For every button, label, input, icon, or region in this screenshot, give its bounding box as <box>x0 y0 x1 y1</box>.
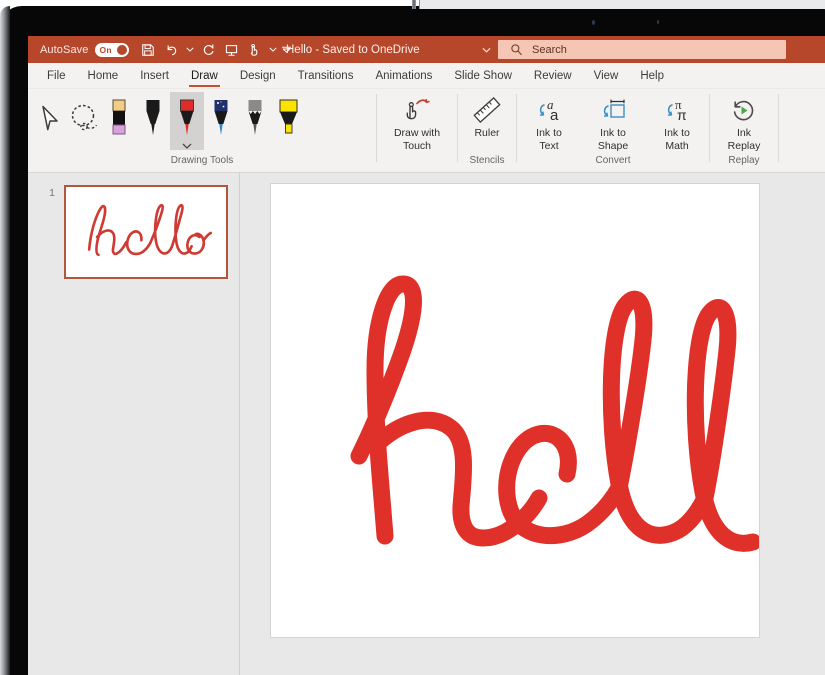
autosave-toggle[interactable]: On <box>95 43 129 57</box>
hand-draw-icon <box>402 95 432 125</box>
ruler-icon <box>472 95 502 125</box>
ribbon-separator-5 <box>778 94 779 162</box>
ribbon-group-drawing-tools: Drawing Tools <box>28 92 376 173</box>
screenshot-root: AutoSave On <box>0 0 825 675</box>
tab-file[interactable]: File <box>36 63 77 89</box>
ink-replay-label: Ink Replay <box>728 127 761 153</box>
document-title: Hello - Saved to OneDrive <box>286 44 420 56</box>
select-tool[interactable] <box>34 92 68 150</box>
slide-editing-pane[interactable] <box>240 173 825 675</box>
autosave-label: AutoSave <box>40 44 89 56</box>
pencil-gray-icon <box>244 96 266 142</box>
ribbon-group-convert: aa Ink to Text Ink to Shape <box>517 92 709 173</box>
pen-red-icon <box>176 96 198 141</box>
ink-to-text-label: Ink to Text <box>536 127 562 153</box>
tab-view[interactable]: View <box>583 63 630 89</box>
ink-to-shape-icon <box>596 95 630 125</box>
lasso-select-tool[interactable] <box>68 92 102 150</box>
ribbon-group-label-replay: Replay <box>710 154 778 168</box>
ribbon-draw: Drawing Tools Draw with Touch <box>28 89 825 173</box>
bezel-strip-center <box>419 0 825 9</box>
tab-slide-show[interactable]: Slide Show <box>443 63 523 89</box>
present-icon[interactable] <box>221 39 242 60</box>
svg-text:a: a <box>550 107 559 124</box>
bezel-strip-left <box>412 0 416 9</box>
bezel-sensor-dot-1 <box>592 20 595 25</box>
pen-galaxy-tool[interactable] <box>204 92 238 150</box>
slide-thumbnail-1[interactable] <box>64 185 228 279</box>
title-bar: AutoSave On <box>28 36 825 63</box>
work-area: 1 <box>28 173 825 675</box>
pen-red-tool[interactable] <box>170 92 204 150</box>
ink-to-math-icon: ππ <box>660 95 694 125</box>
undo-caret-icon[interactable] <box>184 47 196 52</box>
ribbon-tab-bar: File Home Insert Draw Design Transitions… <box>28 63 825 89</box>
autosave-toggle-knob <box>117 45 127 55</box>
slide-thumbnail-row[interactable]: 1 <box>28 173 239 279</box>
touch-caret-icon[interactable] <box>267 47 279 52</box>
draw-with-touch-label: Draw with Touch <box>394 127 440 153</box>
quick-access-toolbar <box>138 39 293 60</box>
autosave-state-label: On <box>100 45 112 55</box>
tab-transitions[interactable]: Transitions <box>287 63 365 89</box>
ink-to-text-icon: aa <box>532 95 566 125</box>
pen-black-icon <box>142 96 164 142</box>
ribbon-group-replay: Ink Replay Replay <box>710 92 778 173</box>
bezel-sensor-dot-2 <box>657 20 659 24</box>
eraser-tool[interactable] <box>102 92 136 150</box>
redo-icon[interactable] <box>198 39 219 60</box>
tab-review[interactable]: Review <box>523 63 583 89</box>
tab-home[interactable]: Home <box>77 63 130 89</box>
ink-replay-icon <box>729 95 759 125</box>
draw-with-touch-button[interactable]: Draw with Touch <box>385 92 449 153</box>
search-icon <box>510 43 523 56</box>
canvas-ink-hello <box>271 184 760 638</box>
cursor-arrow-icon <box>39 96 63 142</box>
svg-text:π: π <box>677 107 687 123</box>
ruler-label: Ruler <box>474 127 499 140</box>
ink-to-math-label: Ink to Math <box>664 127 690 153</box>
search-input[interactable]: Search <box>498 40 786 59</box>
ribbon-group-label-drawing-tools: Drawing Tools <box>28 154 376 168</box>
tab-design[interactable]: Design <box>229 63 287 89</box>
pen-black-tool[interactable] <box>136 92 170 150</box>
thumbnail-ink-hello <box>71 194 221 270</box>
lasso-icon <box>66 96 104 142</box>
device-bezel-left-edge <box>0 6 10 675</box>
ink-to-shape-label: Ink to Shape <box>598 127 628 153</box>
ink-replay-button[interactable]: Ink Replay <box>712 92 776 153</box>
pen-galaxy-icon <box>210 96 232 142</box>
slide-number: 1 <box>42 187 55 279</box>
ink-to-text-button[interactable]: aa Ink to Text <box>517 92 581 153</box>
highlighter-yellow-icon <box>276 96 302 142</box>
eraser-icon <box>109 96 129 142</box>
undo-icon[interactable] <box>161 39 182 60</box>
tab-help[interactable]: Help <box>629 63 675 89</box>
highlighter-yellow-tool[interactable] <box>272 92 306 150</box>
tab-draw[interactable]: Draw <box>180 63 229 89</box>
title-caret-icon[interactable] <box>480 47 492 53</box>
slide-canvas[interactable] <box>270 183 760 638</box>
tab-insert[interactable]: Insert <box>129 63 180 89</box>
search-placeholder: Search <box>532 44 567 56</box>
powerpoint-window: AutoSave On <box>28 36 825 675</box>
ribbon-group-stencils: Ruler Stencils <box>458 92 516 173</box>
ribbon-group-label-convert: Convert <box>517 154 709 168</box>
ink-to-shape-button[interactable]: Ink to Shape <box>581 92 645 153</box>
ribbon-group-label-stencils: Stencils <box>458 154 516 168</box>
tab-animations[interactable]: Animations <box>364 63 443 89</box>
touch-mode-icon[interactable] <box>244 39 265 60</box>
save-icon[interactable] <box>138 39 159 60</box>
ink-to-math-button[interactable]: ππ Ink to Math <box>645 92 709 153</box>
ruler-button[interactable]: Ruler <box>458 92 516 140</box>
slide-thumbnail-pane[interactable]: 1 <box>28 173 240 675</box>
pen-red-chevron-down-icon[interactable] <box>182 141 192 150</box>
ribbon-group-touch: Draw with Touch <box>377 92 457 173</box>
pencil-gray-tool[interactable] <box>238 92 272 150</box>
